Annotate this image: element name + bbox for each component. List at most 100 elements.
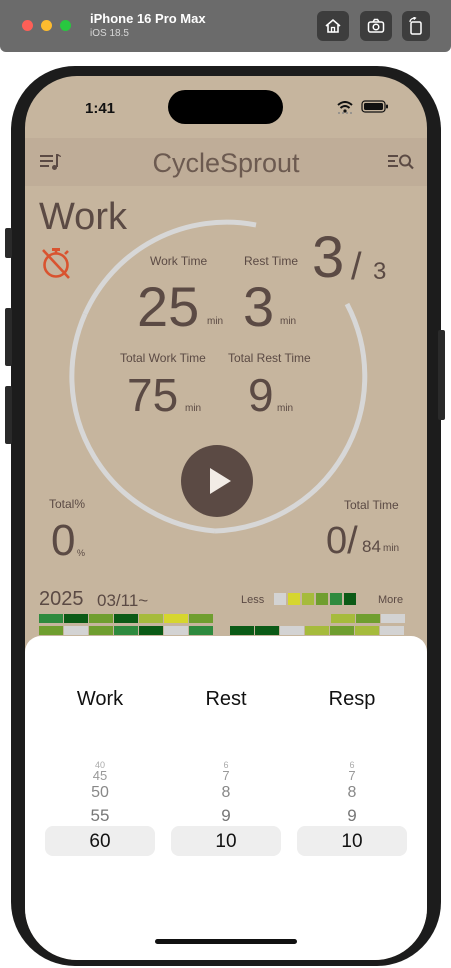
heatmap-legend (274, 593, 356, 605)
heatmap-cell[interactable] (139, 626, 163, 635)
power-button (438, 330, 445, 420)
rest-picker-option[interactable]: 8 (171, 784, 281, 802)
heatmap-row (331, 614, 405, 623)
legend-swatch (274, 593, 286, 605)
rotate-icon (409, 17, 422, 35)
heatmap-cell[interactable] (355, 626, 379, 635)
heatmap-cell[interactable] (189, 614, 213, 623)
legend-swatch (316, 593, 328, 605)
legend-more-label: More (378, 594, 404, 606)
heatmap-cell[interactable] (255, 626, 279, 635)
heatmap-cell[interactable] (39, 614, 63, 623)
cycle-total: 3 (373, 258, 387, 285)
heatmap-cell[interactable] (164, 614, 188, 623)
heatmap-cell[interactable] (114, 614, 138, 623)
heatmap-cell[interactable] (280, 626, 304, 635)
resp-picker-option[interactable]: 9 (297, 806, 407, 826)
heatmap-cell[interactable] (305, 626, 329, 635)
work-time-unit: min (207, 316, 224, 327)
legend-swatch (302, 593, 314, 605)
heatmap-cell[interactable] (114, 626, 138, 635)
legend-swatch (344, 593, 356, 605)
home-icon (325, 18, 341, 33)
screenshot-button[interactable] (360, 11, 392, 41)
heatmap-cell[interactable] (39, 626, 63, 635)
rest-picker-option[interactable]: 9 (171, 806, 281, 826)
heatmap-cell[interactable] (331, 614, 355, 623)
wifi-icon (337, 101, 353, 113)
total-rest-time-label: Total Rest Time (228, 351, 311, 365)
resp-column-header: Resp (328, 688, 376, 710)
battery-icon (361, 100, 388, 113)
timer-off-icon[interactable] (39, 246, 73, 280)
navigation-bar: CycleSprout (25, 138, 427, 186)
heatmap-row (230, 626, 404, 635)
rest-picker-selected[interactable]: 10 (171, 831, 281, 853)
heatmap-cell[interactable] (64, 614, 88, 623)
total-rest-time-unit: min (277, 403, 294, 414)
rest-column-header: Rest (205, 688, 247, 710)
app-screen: 1:41 CycleSprout Work Work Time 25 min R… (25, 76, 427, 960)
heatmap-cell[interactable] (381, 614, 405, 623)
total-time-unit: min (383, 543, 400, 554)
legend-swatch (288, 593, 300, 605)
heatmap-cell[interactable] (64, 626, 88, 635)
home-indicator[interactable] (155, 939, 297, 944)
status-time: 1:41 (85, 100, 116, 117)
device-name: iPhone 16 Pro Max (90, 11, 206, 26)
legend-less-label: Less (241, 594, 265, 606)
work-picker-selected[interactable]: 60 (45, 831, 155, 853)
total-work-time-label: Total Work Time (120, 351, 206, 365)
home-button[interactable] (317, 11, 349, 41)
os-version: iOS 18.5 (90, 28, 129, 39)
heatmap-cell[interactable] (330, 626, 354, 635)
work-time-value: 25 (137, 275, 200, 338)
volume-up-button (5, 308, 12, 366)
heatmap-cell[interactable] (139, 614, 163, 623)
legend-swatch (330, 593, 342, 605)
simulator-toolbar: iPhone 16 Pro Max iOS 18.5 (0, 0, 451, 52)
total-work-time-value: 75 (127, 369, 179, 421)
heatmap-row (39, 626, 213, 635)
play-button[interactable] (181, 445, 253, 517)
total-rest-time-value: 9 (248, 369, 274, 421)
rotate-button[interactable] (402, 11, 430, 41)
work-time-label: Work Time (150, 254, 208, 268)
cycle-current: 3 (312, 225, 345, 290)
rest-time-unit: min (280, 316, 297, 327)
heatmap-cell[interactable] (89, 626, 113, 635)
volume-down-button (5, 386, 12, 444)
cycle-separator: / (351, 246, 362, 288)
heatmap-cell[interactable] (356, 614, 380, 623)
work-picker-option[interactable]: 45 (45, 768, 155, 783)
dynamic-island (168, 90, 283, 124)
total-time-value: 0/ (326, 520, 358, 562)
heatmap-cell[interactable] (189, 626, 213, 635)
search-list-icon[interactable] (387, 152, 415, 172)
minimize-window-button[interactable] (41, 20, 52, 31)
total-percent-unit: % (77, 548, 86, 558)
history-year: 2025 (39, 588, 84, 610)
history-start-date: 03/11~ (97, 591, 149, 610)
total-percent-label: Total% (49, 497, 86, 511)
camera-icon (367, 18, 385, 33)
work-picker-option[interactable]: 50 (45, 784, 155, 802)
rest-picker-option[interactable]: 7 (171, 768, 281, 783)
heatmap-cell[interactable] (230, 626, 254, 635)
work-column-header: Work (76, 688, 124, 710)
close-window-button[interactable] (22, 20, 33, 31)
total-work-time-unit: min (185, 403, 202, 414)
zoom-window-button[interactable] (60, 20, 71, 31)
heatmap-cell[interactable] (164, 626, 188, 635)
resp-picker-selected[interactable]: 10 (297, 831, 407, 853)
duration-picker-sheet: Work Rest Resp 40 45 50 55 60 6 7 8 9 10… (25, 636, 427, 960)
resp-picker-option[interactable]: 7 (297, 768, 407, 783)
work-picker-option[interactable]: 55 (45, 806, 155, 826)
total-time-max: 84 (362, 537, 381, 556)
heatmap-cell[interactable] (380, 626, 404, 635)
resp-picker-option[interactable]: 8 (297, 784, 407, 802)
total-time-label: Total Time (344, 498, 399, 512)
heatmap-cell[interactable] (89, 614, 113, 623)
app-title: CycleSprout (152, 148, 300, 178)
timer-mode-label: Work (39, 196, 127, 238)
